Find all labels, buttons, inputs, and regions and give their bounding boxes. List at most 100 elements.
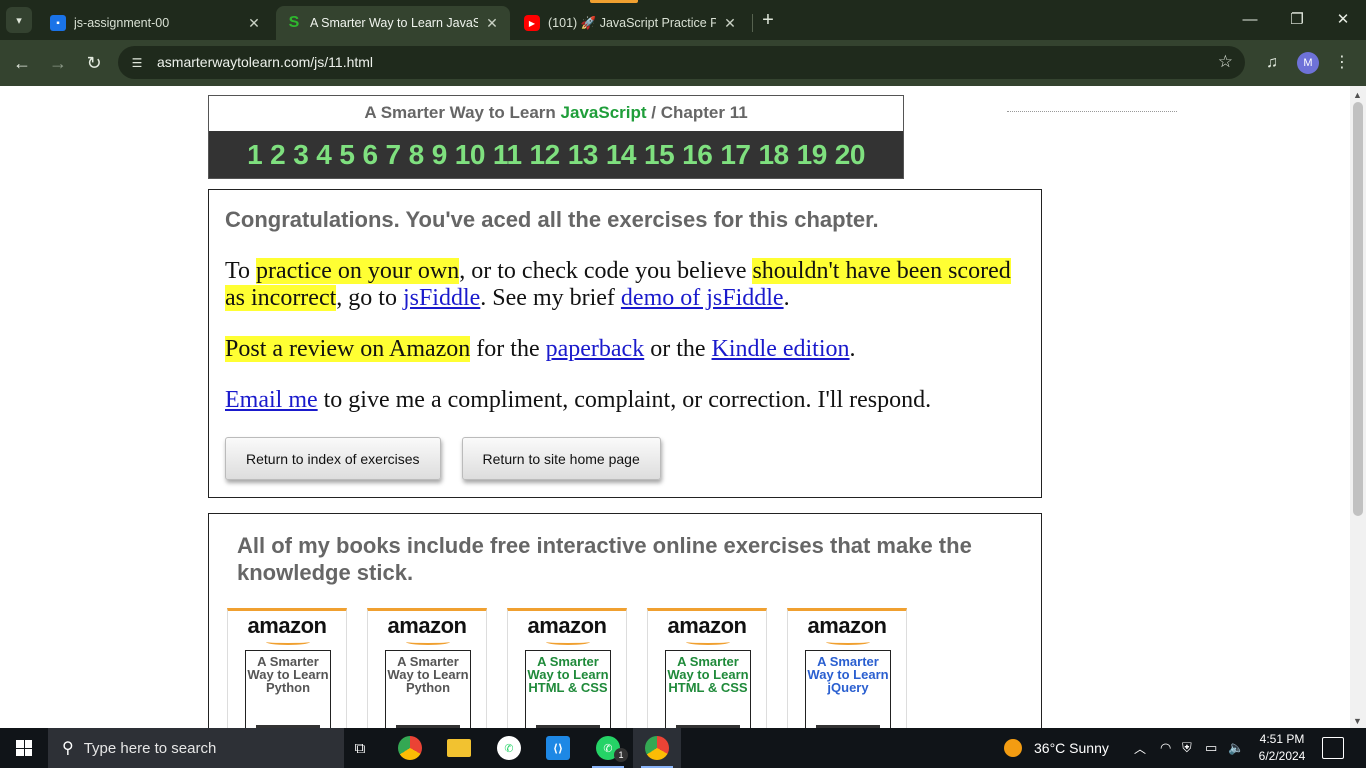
chapter-link-4[interactable]: 4 [312, 139, 335, 171]
book-card[interactable]: amazon A Smarter Way to Learn Python [367, 608, 487, 728]
vscode-app[interactable]: ⟨⟩ [534, 728, 582, 768]
chapter-link-20[interactable]: 20 [831, 139, 869, 171]
text: To [225, 258, 256, 284]
book-card[interactable]: amazon A Smarter Way to Learn HTML & CSS [647, 608, 767, 728]
more-menu-icon[interactable]: ⋮ [1330, 51, 1354, 75]
title-chapter: Chapter 11 [660, 103, 748, 122]
book-card[interactable]: amazon A Smarter Way to Learn HTML & CSS [507, 608, 627, 728]
return-home-button[interactable]: Return to site home page [461, 437, 661, 480]
whatsapp-web-app[interactable]: ✆ [485, 728, 533, 768]
profile-avatar[interactable]: M [1297, 52, 1319, 74]
weather-widget[interactable]: 36°C Sunny [1004, 728, 1109, 768]
folder-icon [447, 739, 471, 757]
close-icon[interactable]: ✕ [722, 15, 738, 32]
tab-js-assignment[interactable]: ▪ js-assignment-00 ✕ [40, 6, 272, 40]
chapter-link-7[interactable]: 7 [382, 139, 405, 171]
vscode-icon: ⟨⟩ [546, 736, 570, 760]
chrome-app[interactable] [386, 728, 434, 768]
taskbar-search[interactable]: ⚲ Type here to search [48, 728, 344, 768]
site-settings-icon[interactable]: ☰ [128, 54, 146, 72]
bookmark-star-icon[interactable]: ☆ [1218, 52, 1233, 72]
chapter-link-10[interactable]: 10 [451, 139, 489, 171]
demo-jsfiddle-link[interactable]: demo of jsFiddle [621, 285, 784, 311]
tray-chevron[interactable]: ︿ [1134, 728, 1146, 768]
task-view-button[interactable]: ⧉ [336, 728, 384, 768]
chapter-link-14[interactable]: 14 [602, 139, 640, 171]
url-text[interactable]: asmarterwaytolearn.com/js/11.html [157, 54, 373, 70]
title-prefix: A Smarter Way to Learn [364, 103, 556, 122]
volume-tray[interactable]: 🔈 [1228, 728, 1244, 768]
chapter-link-9[interactable]: 9 [428, 139, 451, 171]
notification-center-icon[interactable] [1322, 737, 1344, 759]
tab-search-button[interactable]: ▾ [6, 7, 32, 33]
amazon-logo: amazon [807, 613, 887, 638]
book-list: amazon A Smarter Way to Learn Python ama… [227, 608, 907, 728]
security-tray[interactable]: ⛨ [1182, 728, 1192, 768]
tab-youtube[interactable]: ▶ (101) 🚀 JavaScript Practice Pro ✕ [514, 6, 748, 40]
books-panel: All of my books include free interactive… [208, 513, 1042, 728]
chrome-icon [398, 736, 422, 760]
reload-button[interactable]: ↻ [82, 51, 106, 75]
forward-button[interactable]: → [46, 51, 70, 75]
chapter-link-12[interactable]: 12 [526, 139, 564, 171]
book-cover: A Smarter Way to Learn HTML & CSS [525, 650, 611, 728]
chapter-link-16[interactable]: 16 [678, 139, 716, 171]
scroll-up-icon[interactable]: ▲ [1353, 90, 1362, 100]
tab-smarter-way[interactable]: S A Smarter Way to Learn JavaScript ✕ [276, 6, 510, 40]
chapter-link-2[interactable]: 2 [266, 139, 289, 171]
back-button[interactable]: ← [10, 51, 34, 75]
chrome-profile-app[interactable] [633, 728, 681, 768]
jsfiddle-link[interactable]: jsFiddle [403, 285, 480, 311]
chapter-link-6[interactable]: 6 [358, 139, 381, 171]
paperback-link[interactable]: paperback [546, 336, 645, 362]
kindle-edition-link[interactable]: Kindle edition [712, 336, 850, 362]
chevron-up-icon: ︿ [1134, 741, 1147, 756]
close-icon: ✕ [1336, 11, 1350, 28]
task-view-icon: ⧉ [354, 739, 366, 757]
chapter-link-13[interactable]: 13 [564, 139, 602, 171]
text: . [849, 336, 856, 362]
minimize-button[interactable]: — [1238, 8, 1262, 32]
book-card[interactable]: amazon A Smarter Way to Learn jQuery [787, 608, 907, 728]
scroll-down-icon[interactable]: ▼ [1353, 716, 1362, 726]
scrollbar-thumb[interactable] [1353, 102, 1363, 516]
book-title: A Smarter Way to Learn Python [247, 654, 329, 695]
completion-panel: Congratulations. You've aced all the exe… [208, 189, 1042, 498]
address-bar[interactable]: ☰ asmarterwaytolearn.com/js/11.html ☆ [118, 46, 1245, 79]
network-tray[interactable]: ◠ [1160, 728, 1171, 768]
weather-text: 36°C Sunny [1034, 740, 1109, 756]
text: to give me a compliment, complaint, or c… [317, 387, 932, 413]
chapter-link-19[interactable]: 19 [793, 139, 831, 171]
start-button[interactable] [0, 728, 48, 768]
amazon-smile-icon [266, 639, 310, 645]
chapter-link-5[interactable]: 5 [335, 139, 358, 171]
media-controls-icon[interactable]: ♫ [1260, 51, 1284, 75]
restore-button[interactable]: ❐ [1285, 8, 1309, 32]
chapter-link-1[interactable]: 1 [243, 139, 266, 171]
shield-icon: ⛨ [1182, 740, 1192, 755]
chapter-link-11[interactable]: 11 [489, 139, 526, 171]
battery-icon: ▭ [1205, 740, 1218, 755]
chapter-link-18[interactable]: 18 [754, 139, 792, 171]
whatsapp-app[interactable]: ✆ 1 [584, 728, 632, 768]
close-window-button[interactable]: ✕ [1331, 8, 1355, 32]
close-icon[interactable]: ✕ [484, 15, 500, 32]
chapter-link-15[interactable]: 15 [640, 139, 678, 171]
amazon-smile-icon [406, 639, 450, 645]
clock[interactable]: 4:51 PM 6/2/2024 [1252, 731, 1312, 765]
tab-group-indicator [590, 0, 638, 3]
date: 6/2/2024 [1258, 749, 1306, 763]
email-me-link[interactable]: Email me [225, 387, 318, 413]
amazon-logo: amazon [527, 613, 607, 638]
return-index-button[interactable]: Return to index of exercises [225, 437, 441, 480]
chapter-link-17[interactable]: 17 [716, 139, 754, 171]
chapter-link-8[interactable]: 8 [405, 139, 428, 171]
battery-tray[interactable]: ▭ [1205, 728, 1217, 768]
vertical-scrollbar[interactable]: ▲ ▼ [1350, 86, 1366, 728]
new-tab-button[interactable]: + [756, 8, 780, 32]
chapter-link-3[interactable]: 3 [289, 139, 312, 171]
file-explorer-app[interactable] [435, 728, 483, 768]
close-icon[interactable]: ✕ [246, 15, 262, 32]
book-card[interactable]: amazon A Smarter Way to Learn Python [227, 608, 347, 728]
chapter-nav: 1 2 3 4 5 6 7 8 9 10 11 12 13 14 15 16 1… [209, 131, 903, 178]
